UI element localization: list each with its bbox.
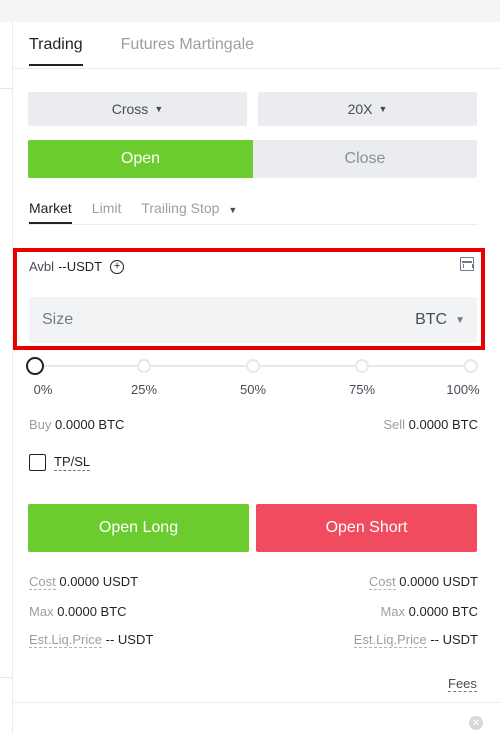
slider-label-50: 50% — [239, 382, 267, 397]
liq-long-value: -- USDT — [105, 632, 154, 647]
size-slider[interactable] — [26, 357, 478, 375]
order-type-divider — [29, 224, 478, 225]
open-tab-button[interactable]: Open — [28, 140, 253, 178]
fees-link[interactable]: Fees — [448, 676, 477, 692]
caret-down-icon: ▼ — [455, 314, 465, 326]
slider-label-75: 75% — [348, 382, 376, 397]
max-short-value: 0.0000 BTC — [408, 604, 478, 619]
available-value: --USDT — [58, 259, 103, 274]
liq-label: Est.Liq.Price — [29, 632, 102, 648]
liq-long: Est.Liq.Price -- USDT — [29, 632, 154, 648]
buy-amount: Buy 0.0000 BTC — [29, 417, 124, 432]
buy-value: 0.0000 BTC — [55, 417, 125, 432]
slider-node-25[interactable] — [137, 359, 151, 373]
cost-short: Cost 0.0000 USDT — [368, 574, 478, 590]
sell-label: Sell — [383, 417, 405, 432]
cost-label: Cost — [368, 574, 396, 590]
order-type-tabs: Market Limit Trailing Stop ▼ — [29, 200, 237, 224]
slider-node-0[interactable] — [26, 357, 44, 375]
left-divider — [0, 677, 13, 678]
margin-leverage-row: Cross ▼ 20X ▼ — [28, 92, 477, 126]
max-label: Max — [29, 604, 54, 619]
available-balance: Avbl --USDT + — [29, 259, 125, 274]
slider-label-25: 25% — [130, 382, 158, 397]
tpsl-checkbox[interactable] — [29, 454, 46, 471]
calculator-icon[interactable] — [460, 257, 474, 271]
leverage-select[interactable]: 20X ▼ — [258, 92, 477, 126]
max-long-value: 0.0000 BTC — [57, 604, 127, 619]
caret-down-icon: ▼ — [378, 104, 388, 114]
leverage-label: 20X — [347, 101, 373, 117]
max-short: Max 0.0000 BTC — [380, 604, 478, 619]
size-unit-label: BTC — [415, 311, 448, 328]
open-short-button[interactable]: Open Short — [256, 504, 477, 552]
sell-amount: Sell 0.0000 BTC — [383, 417, 478, 432]
close-tab-button[interactable]: Close — [253, 140, 477, 178]
left-divider — [0, 88, 13, 89]
slider-node-100[interactable] — [464, 359, 478, 373]
size-unit-select[interactable]: BTC ▼ — [415, 311, 465, 329]
slider-node-50[interactable] — [246, 359, 260, 373]
open-long-button[interactable]: Open Long — [28, 504, 249, 552]
panel-tabs: Trading Futures Martingale — [29, 36, 254, 66]
order-type-limit[interactable]: Limit — [92, 200, 122, 222]
order-actions: Open Long Open Short — [28, 504, 477, 552]
max-long: Max 0.0000 BTC — [29, 604, 127, 619]
cost-long-value: 0.0000 USDT — [59, 574, 139, 589]
margin-mode-label: Cross — [111, 101, 149, 117]
buy-label: Buy — [29, 417, 52, 432]
slider-labels: 0% 25% 50% 75% 100% — [13, 382, 500, 398]
margin-mode-select[interactable]: Cross ▼ — [28, 92, 247, 126]
liq-short-value: -- USDT — [430, 632, 478, 647]
order-panel: Trading Futures Martingale Cross ▼ 20X ▼… — [13, 22, 500, 734]
max-row: Max 0.0000 BTC Max 0.0000 BTC — [29, 604, 478, 619]
cost-label: Cost — [29, 574, 56, 590]
cost-row: Cost 0.0000 USDT Cost 0.0000 USDT — [29, 574, 478, 590]
caret-down-icon: ▼ — [228, 205, 238, 215]
cost-long: Cost 0.0000 USDT — [29, 574, 139, 590]
left-panel-edge — [0, 22, 13, 734]
max-label: Max — [380, 604, 405, 619]
available-label: Avbl — [29, 259, 55, 274]
order-type-trailing-stop[interactable]: Trailing Stop ▼ — [141, 200, 237, 222]
buy-sell-amounts: Buy 0.0000 BTC Sell 0.0000 BTC — [29, 417, 478, 432]
tab-trading[interactable]: Trading — [29, 36, 83, 66]
transfer-plus-icon[interactable]: + — [110, 259, 125, 274]
slider-label-100: 100% — [446, 382, 480, 397]
bottom-divider — [13, 702, 500, 703]
liq-short: Est.Liq.Price -- USDT — [353, 632, 478, 648]
top-bar — [0, 0, 500, 22]
open-close-toggle: Open Close — [28, 140, 477, 178]
order-type-market[interactable]: Market — [29, 200, 72, 224]
liq-label: Est.Liq.Price — [353, 632, 427, 648]
sell-value: 0.0000 BTC — [408, 417, 478, 432]
close-icon[interactable]: ✕ — [469, 716, 483, 730]
slider-label-0: 0% — [33, 382, 53, 397]
tpsl-option: TP/SL — [29, 454, 91, 471]
tab-futures-martingale[interactable]: Futures Martingale — [121, 36, 254, 66]
size-placeholder: Size — [42, 311, 74, 328]
tpsl-label[interactable]: TP/SL — [54, 454, 91, 471]
cost-short-value: 0.0000 USDT — [399, 574, 478, 589]
size-input[interactable]: Size BTC ▼ — [29, 297, 477, 343]
caret-down-icon: ▼ — [154, 104, 164, 114]
liq-price-row: Est.Liq.Price -- USDT Est.Liq.Price -- U… — [29, 632, 478, 648]
trailing-stop-label: Trailing Stop — [141, 200, 220, 216]
tabs-divider — [13, 68, 500, 69]
slider-node-75[interactable] — [355, 359, 369, 373]
